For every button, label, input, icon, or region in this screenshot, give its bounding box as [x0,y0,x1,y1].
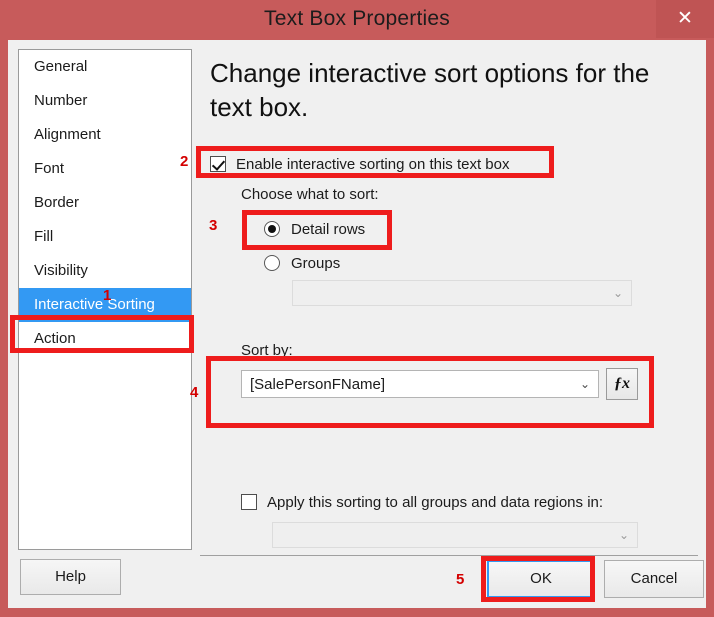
sidebar-item-alignment[interactable]: Alignment [19,118,191,152]
window-title: Text Box Properties [264,7,450,30]
ok-button[interactable]: OK [487,560,595,598]
expression-fx-icon[interactable]: ƒx [606,368,638,400]
footer-divider [200,555,698,556]
page-title: Change interactive sort options for the … [210,58,650,122]
groups-dropdown[interactable]: ⌄ [292,280,632,306]
checkbox-icon [241,494,257,510]
sort-by-dropdown[interactable]: [SalePersonFName] ⌄ [241,370,599,398]
checkbox-icon [210,156,226,172]
chevron-down-icon: ⌄ [618,528,630,542]
sidebar-item-interactive-sorting[interactable]: Interactive Sorting [19,288,191,322]
apply-to-all-dropdown[interactable]: ⌄ [272,522,638,548]
cancel-button[interactable]: Cancel [604,560,704,598]
sort-by-dropdown-value: [SalePersonFName] [250,375,386,393]
category-list[interactable]: General Number Alignment Font Border Fil… [18,49,192,550]
sidebar-item-action[interactable]: Action [19,322,191,356]
title-bar: Text Box Properties ✕ [0,0,714,40]
dialog-body: General Number Alignment Font Border Fil… [8,40,706,608]
apply-to-all-label: Apply this sorting to all groups and dat… [267,493,604,511]
groups-radio[interactable]: Groups [264,252,340,274]
sort-by-label: Sort by: [241,342,293,359]
radio-unselected-icon [264,255,280,271]
chevron-down-icon: ⌄ [579,377,591,391]
sidebar-item-fill[interactable]: Fill [19,220,191,254]
text-box-properties-dialog: Text Box Properties ✕ General Number Ali… [0,0,714,617]
sidebar-item-visibility[interactable]: Visibility [19,254,191,288]
apply-to-all-checkbox[interactable]: Apply this sorting to all groups and dat… [241,490,603,514]
groups-label: Groups [291,254,341,272]
enable-interactive-sorting-checkbox[interactable]: Enable interactive sorting on this text … [210,152,510,176]
sidebar-item-number[interactable]: Number [19,84,191,118]
detail-rows-radio[interactable]: Detail rows [264,218,365,240]
close-icon[interactable]: ✕ [656,0,714,38]
sidebar-item-general[interactable]: General [19,50,191,84]
help-button[interactable]: Help [20,559,121,595]
sidebar-item-border[interactable]: Border [19,186,191,220]
enable-interactive-sorting-label: Enable interactive sorting on this text … [236,155,510,173]
radio-selected-icon [264,221,280,237]
detail-rows-label: Detail rows [291,220,366,238]
sidebar-item-font[interactable]: Font [19,152,191,186]
chevron-down-icon: ⌄ [612,286,624,300]
interactive-sorting-pane: Change interactive sort options for the … [200,40,706,608]
choose-what-to-sort-label: Choose what to sort: [241,186,379,203]
